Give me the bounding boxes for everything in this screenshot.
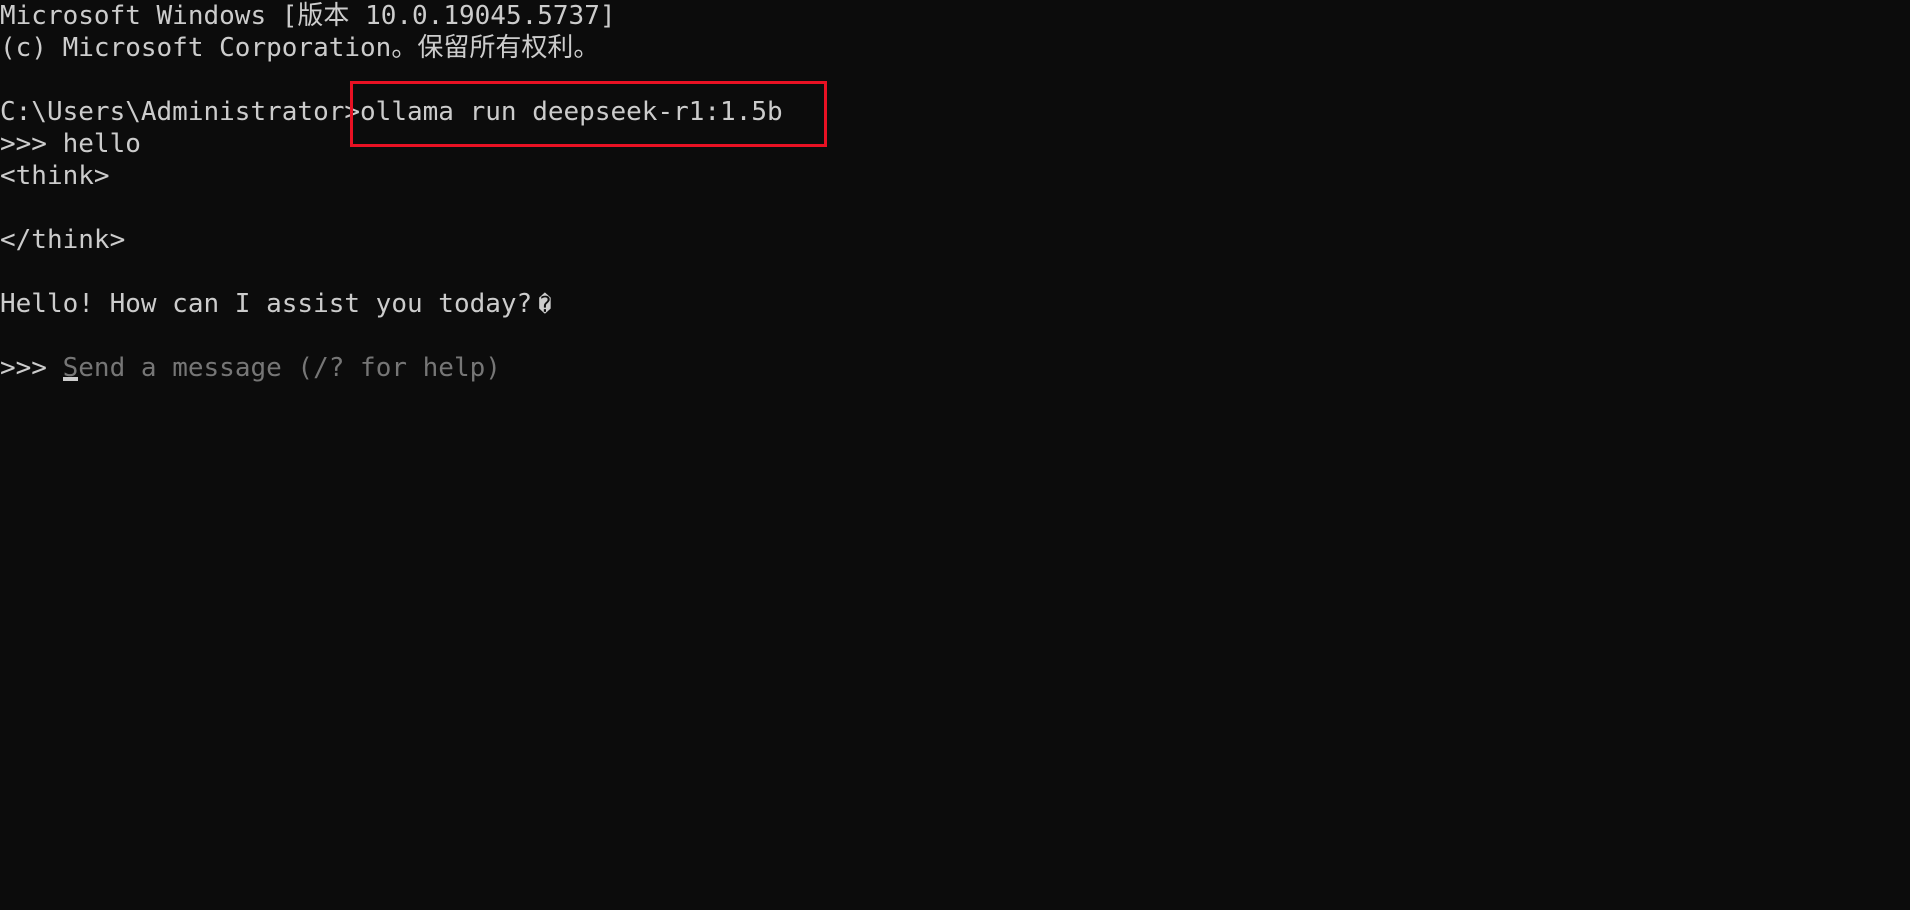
user-message-line: >>> hello (0, 128, 141, 160)
terminal-window[interactable]: Microsoft Windows [版本 10.0.19045.5737] (… (0, 0, 1910, 910)
copyright-line: (c) Microsoft Corporation。保留所有权利。 (0, 33, 600, 63)
assistant-reply: Hello! How can I assist you today? (0, 289, 533, 319)
assistant-reply-line: Hello! How can I assist you today? � (0, 288, 551, 320)
input-prompt-marker: >>> (0, 353, 63, 383)
message-input[interactable]: >>> Send a message (/? for help) (0, 352, 501, 384)
command-highlight-box (350, 81, 827, 147)
input-placeholder: end a message (/? for help) (78, 353, 501, 383)
command-prompt: C:\Users\Administrator> (0, 97, 361, 127)
version-line: Microsoft Windows [版本 10.0.19045.5737] (0, 1, 616, 31)
think-open-tag: <think> (0, 161, 110, 191)
think-close-tag: </think> (0, 225, 126, 255)
replacement-char-icon: � (538, 293, 552, 318)
user-prompt-marker: >>> (0, 129, 63, 159)
user-message: hello (62, 129, 141, 159)
text-cursor: S (62, 353, 79, 383)
